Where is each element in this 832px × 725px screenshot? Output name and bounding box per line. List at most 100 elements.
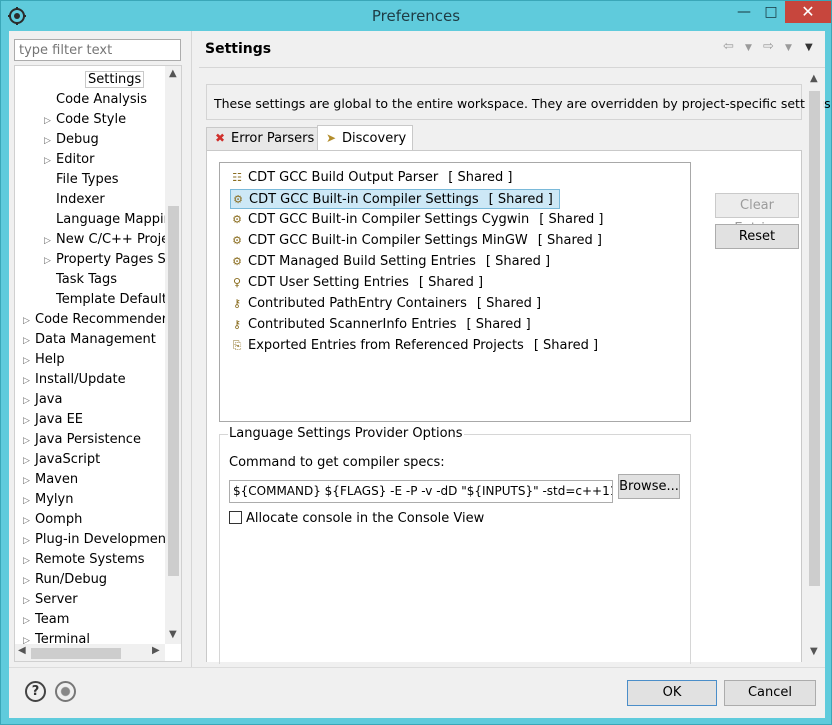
expand-arrow-icon[interactable]: ▷: [23, 571, 35, 591]
filter-input[interactable]: [14, 39, 181, 61]
tab-label: Discovery: [342, 131, 407, 146]
provider-item[interactable]: ⚷ Contributed ScannerInfo Entries [ Shared…: [230, 315, 537, 335]
back-menu-chevron-icon[interactable]: ▼: [745, 43, 752, 53]
expand-arrow-icon[interactable]: ▷: [23, 451, 35, 471]
expand-arrow-icon[interactable]: ▷: [23, 411, 35, 431]
maximize-button[interactable]: □: [758, 1, 784, 23]
tree-item[interactable]: Indexer: [44, 190, 105, 210]
tree-item[interactable]: Template Default V: [44, 290, 180, 310]
tree-hscroll-thumb[interactable]: [31, 648, 121, 659]
tree-item[interactable]: ▷ Code Style: [44, 110, 126, 130]
cancel-button[interactable]: Cancel: [724, 680, 816, 706]
panel-splitter[interactable]: [191, 31, 192, 667]
tree-item[interactable]: Settings: [73, 70, 145, 90]
tree-item[interactable]: ▷ Server: [23, 590, 78, 610]
expand-arrow-icon[interactable]: ▷: [44, 111, 56, 131]
minimize-button[interactable]: —: [731, 1, 757, 23]
tree-item[interactable]: ▷ Oomph: [23, 510, 82, 530]
tree-item[interactable]: ▷ JavaScript: [23, 450, 100, 470]
tree-item[interactable]: Task Tags: [44, 270, 117, 290]
scroll-down-arrow-icon[interactable]: ▼: [169, 629, 177, 640]
expand-arrow-icon[interactable]: ▷: [23, 511, 35, 531]
tree-item[interactable]: ▷ Java Persistence: [23, 430, 141, 450]
expand-arrow-icon[interactable]: ▷: [23, 551, 35, 571]
allocate-console-checkbox[interactable]: [229, 511, 242, 524]
provider-item[interactable]: ⚷ Contributed PathEntry Containers [ Share…: [230, 294, 547, 314]
tree-item[interactable]: ▷ Install/Update: [23, 370, 126, 390]
expand-arrow-icon[interactable]: ▷: [23, 431, 35, 451]
tree-horizontal-scrollbar[interactable]: ◀ ▶: [15, 644, 165, 661]
expand-arrow-icon[interactable]: ▷: [23, 391, 35, 411]
scroll-up-arrow-icon[interactable]: ▲: [169, 68, 177, 79]
expand-arrow-icon[interactable]: ▷: [23, 591, 35, 611]
tree-item[interactable]: ▷ New C/C++ Projec: [44, 230, 176, 250]
forward-menu-chevron-icon[interactable]: ▼: [785, 43, 792, 53]
scroll-right-arrow-icon[interactable]: ▶: [152, 645, 160, 656]
ok-button[interactable]: OK: [627, 680, 717, 706]
page-scroll-thumb[interactable]: [809, 91, 820, 586]
expand-arrow-icon[interactable]: ▷: [44, 151, 56, 171]
tree-item-label: Language Mappin: [56, 212, 172, 227]
tree-item[interactable]: File Types: [44, 170, 119, 190]
clear-entries-button[interactable]: Clear Entries: [715, 193, 799, 236]
provider-item[interactable]: ☷ CDT GCC Build Output Parser [ Shared ]: [230, 168, 518, 188]
tree-scroll-thumb[interactable]: [168, 206, 179, 576]
tree-item[interactable]: ▷ Team: [23, 610, 69, 630]
tree-item-label: Code Analysis: [56, 92, 147, 107]
tree-item[interactable]: ▷ Java: [23, 390, 62, 410]
browse-button[interactable]: Browse...: [618, 474, 680, 499]
reset-button[interactable]: Reset: [715, 224, 799, 249]
providers-list[interactable]: ☷ CDT GCC Build Output Parser [ Shared ] ⚙ C…: [219, 162, 691, 422]
expand-arrow-icon[interactable]: ▷: [23, 531, 35, 551]
page-vertical-scrollbar[interactable]: ▲ ▼: [806, 71, 823, 661]
expand-arrow-icon[interactable]: ▷: [23, 491, 35, 511]
tree-vertical-scrollbar[interactable]: ▲ ▼: [165, 66, 181, 644]
contributed-icon: ⚷: [232, 318, 242, 331]
expand-arrow-icon[interactable]: ▷: [23, 351, 35, 371]
tree-item-label: Indexer: [56, 192, 105, 207]
provider-item[interactable]: ⚙ CDT GCC Built-in Compiler Settings Cygw…: [230, 210, 609, 230]
expand-arrow-icon[interactable]: ▷: [23, 471, 35, 491]
tree-item[interactable]: ▷ Mylyn: [23, 490, 73, 510]
forward-arrow-icon[interactable]: ⇨: [763, 39, 774, 54]
tree-item[interactable]: ▷ Data Management: [23, 330, 156, 350]
provider-item[interactable]: ⚙ CDT GCC Built-in Compiler Settings MinG…: [230, 231, 608, 251]
tree-item[interactable]: Language Mappin: [44, 210, 172, 230]
tree-item[interactable]: ▷ Java EE: [23, 410, 83, 430]
provider-item[interactable]: ⚙ CDT GCC Built-in Compiler Settings [ Sha…: [230, 189, 560, 209]
tree-item[interactable]: ▷ Remote Systems: [23, 550, 145, 570]
expand-arrow-icon[interactable]: ▷: [23, 611, 35, 631]
scroll-left-arrow-icon[interactable]: ◀: [18, 645, 26, 656]
expand-arrow-icon[interactable]: ▷: [44, 251, 56, 271]
expand-arrow-icon[interactable]: ▷: [23, 311, 35, 331]
provider-item[interactable]: ⎘ Exported Entries from Referenced Projec…: [230, 336, 604, 356]
back-arrow-icon[interactable]: ⇦: [723, 39, 734, 54]
view-menu-icon[interactable]: ▼: [805, 42, 813, 53]
title-bar[interactable]: Preferences — □ ✕: [1, 1, 831, 31]
compiler-specs-command-input[interactable]: ${COMMAND} ${FLAGS} -E -P -v -dD "${INPU…: [229, 480, 613, 503]
tree-item[interactable]: ▷ Plug-in Development: [23, 530, 171, 550]
expand-arrow-icon[interactable]: ▷: [23, 371, 35, 391]
expand-arrow-icon[interactable]: ▷: [44, 231, 56, 251]
tree-item[interactable]: ▷ Code Recommenders: [23, 310, 174, 330]
tree-item[interactable]: ▷ Maven: [23, 470, 78, 490]
tree-item[interactable]: ▷ Run/Debug: [23, 570, 107, 590]
import-export-icon[interactable]: [55, 681, 76, 702]
provider-item[interactable]: ⚙ CDT Managed Build Setting Entries [ Shar…: [230, 252, 556, 272]
allocate-console-row[interactable]: Allocate console in the Console View: [229, 511, 484, 527]
tree-item[interactable]: ▷ Help: [23, 350, 65, 370]
expand-arrow-icon[interactable]: ▷: [23, 331, 35, 351]
expand-arrow-icon[interactable]: ▷: [44, 131, 56, 151]
tree-item[interactable]: ▷ Property Pages Se: [44, 250, 174, 270]
contributed-icon: ⚷: [232, 297, 242, 310]
tree-item[interactable]: ▷ Debug: [44, 130, 99, 150]
tab-error-parsers[interactable]: ✖ Error Parsers: [206, 127, 322, 150]
scroll-down-arrow-icon[interactable]: ▼: [810, 646, 818, 657]
scroll-up-arrow-icon[interactable]: ▲: [810, 73, 818, 84]
tree-item[interactable]: ▷ Editor: [44, 150, 94, 170]
help-icon[interactable]: ?: [25, 681, 46, 702]
tab-discovery[interactable]: ➤ Discovery: [317, 125, 414, 151]
provider-item[interactable]: ♀ CDT User Setting Entries [ Shared ]: [230, 273, 489, 293]
close-button[interactable]: ✕: [785, 1, 831, 23]
tree-item[interactable]: Code Analysis: [44, 90, 147, 110]
